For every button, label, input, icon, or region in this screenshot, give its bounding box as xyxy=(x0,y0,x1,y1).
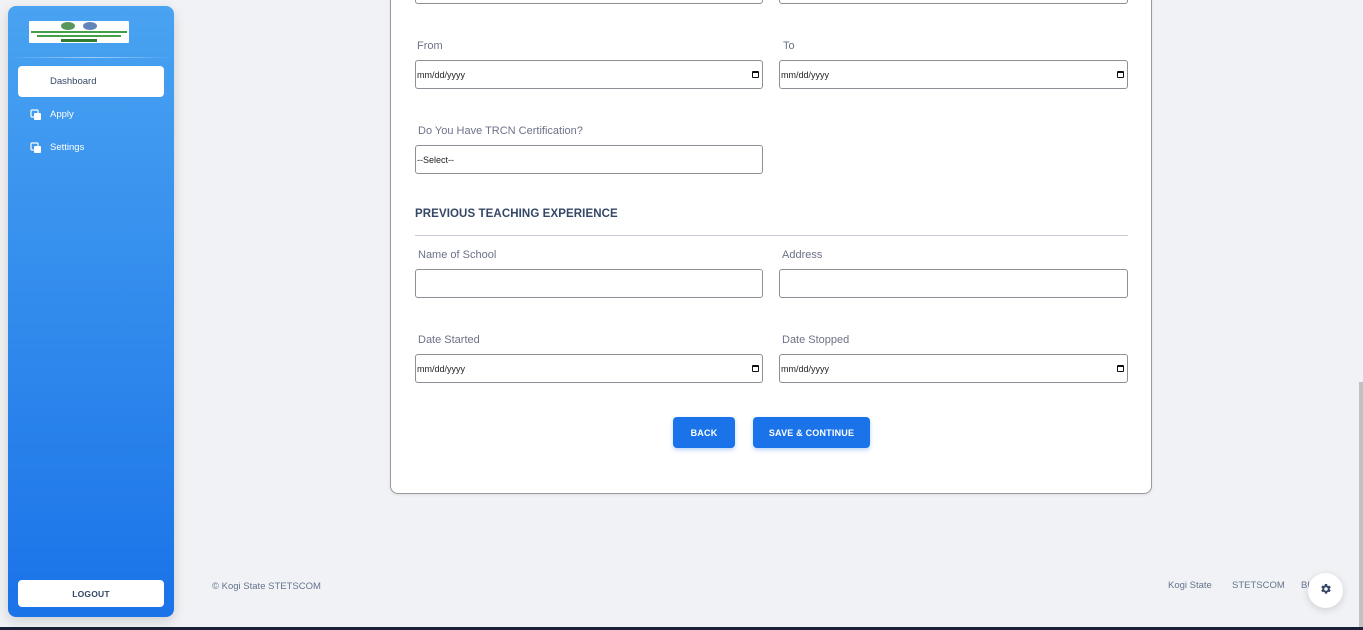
sidebar-item-label: Dashboard xyxy=(50,76,97,87)
gear-icon xyxy=(1320,582,1332,600)
date-stopped-label: Date Stopped xyxy=(782,334,850,346)
calendar-icon[interactable] xyxy=(752,71,759,78)
partial-input-right[interactable] xyxy=(779,0,1128,4)
calendar-icon[interactable] xyxy=(1117,365,1124,372)
sidebar-item-dashboard[interactable]: Dashboard xyxy=(18,66,164,97)
footer-link-stetscom[interactable]: STETSCOM xyxy=(1232,580,1285,591)
section-title: PREVIOUS TEACHING EXPERIENCE xyxy=(415,208,618,220)
date-stopped-input[interactable]: mm/dd/yyyy xyxy=(779,354,1128,383)
stetscom-logo[interactable] xyxy=(29,21,129,43)
sidebar-item-label: Apply xyxy=(50,109,74,120)
partial-input-left[interactable] xyxy=(415,0,763,4)
from-date-input[interactable]: mm/dd/yyyy xyxy=(415,60,763,89)
section-divider xyxy=(415,235,1128,236)
logout-button[interactable]: LOGOUT xyxy=(18,580,164,607)
address-label: Address xyxy=(782,249,823,261)
to-label: To xyxy=(783,40,795,52)
to-date-input[interactable]: mm/dd/yyyy xyxy=(779,60,1128,89)
date-started-input[interactable]: mm/dd/yyyy xyxy=(415,354,763,383)
copy-icon xyxy=(30,108,42,121)
footer-copyright: © Kogi State STETSCOM xyxy=(212,581,321,592)
sidebar-item-settings[interactable]: Settings xyxy=(18,132,164,163)
save-continue-button[interactable]: SAVE & CONTINUE xyxy=(753,417,870,448)
school-name-label: Name of School xyxy=(418,249,497,261)
sidebar-divider xyxy=(8,57,174,58)
trcn-select[interactable]: --Select-- xyxy=(415,145,763,174)
date-started-label: Date Started xyxy=(418,334,480,346)
from-label: From xyxy=(417,40,443,52)
calendar-icon[interactable] xyxy=(1117,71,1124,78)
trcn-label: Do You Have TRCN Certification? xyxy=(418,125,583,137)
footer-link-kogi-state[interactable]: Kogi State xyxy=(1168,580,1212,591)
sidebar: Dashboard Apply Settings LOGOUT xyxy=(8,6,174,617)
address-input[interactable] xyxy=(779,269,1128,298)
school-name-input[interactable] xyxy=(415,269,763,298)
scrollbar[interactable] xyxy=(1359,382,1363,630)
copy-icon xyxy=(30,141,42,154)
sidebar-item-label: Settings xyxy=(50,142,85,153)
back-button[interactable]: BACK xyxy=(673,417,735,448)
settings-fab[interactable] xyxy=(1308,573,1343,608)
calendar-icon[interactable] xyxy=(752,365,759,372)
sidebar-item-apply[interactable]: Apply xyxy=(18,99,164,130)
